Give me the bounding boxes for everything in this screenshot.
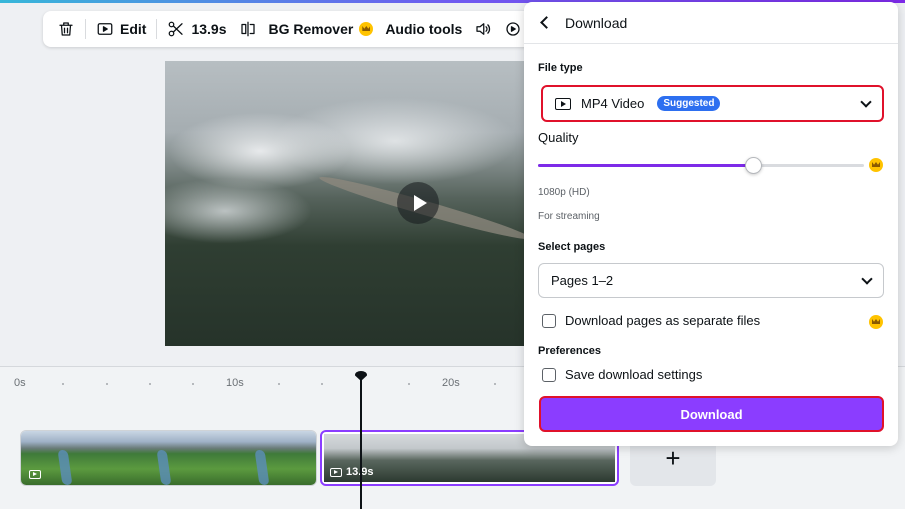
tick-dot — [278, 383, 280, 385]
tick-dot — [321, 383, 323, 385]
flip-button[interactable] — [233, 15, 263, 43]
tick-0s: 0s — [14, 377, 26, 389]
quality-label: Quality — [538, 130, 579, 145]
panel-title: Download — [565, 14, 628, 31]
flip-icon — [240, 21, 255, 37]
duration-label: 13.9s — [191, 21, 227, 37]
download-button[interactable]: Download — [539, 396, 884, 432]
tick-dot — [192, 383, 194, 385]
edit-label: Edit — [120, 21, 147, 37]
select-pages-label: Select pages — [538, 241, 606, 253]
video-icon — [97, 23, 113, 35]
quality-slider-handle[interactable] — [745, 157, 763, 174]
clip-thumbnail — [119, 431, 218, 485]
save-settings-option[interactable]: Save download settings — [542, 367, 702, 382]
clip-2-badge: 13.9s — [330, 466, 374, 478]
save-settings-label: Save download settings — [565, 367, 703, 382]
clip-thumbnail — [217, 431, 316, 485]
trim-button[interactable]: 13.9s — [161, 15, 232, 43]
crown-icon — [869, 315, 883, 329]
quality-hint: For streaming — [538, 211, 600, 222]
file-type-value: MP4 Video — [581, 96, 645, 111]
crown-icon — [869, 158, 883, 172]
playhead[interactable] — [360, 380, 362, 509]
editor-toolbar: Edit 13.9s BG Remover Audio tools — [43, 11, 543, 47]
video-file-icon — [555, 97, 571, 110]
clip-thumbnail — [421, 434, 518, 482]
tick-dot — [106, 383, 108, 385]
video-icon — [330, 467, 342, 477]
download-panel: Download File type MP4 Video Suggested Q… — [524, 2, 898, 446]
toolbar-divider — [156, 19, 158, 39]
delete-button[interactable] — [51, 15, 81, 43]
save-settings-checkbox[interactable] — [542, 367, 556, 382]
tick-dot — [494, 383, 496, 385]
toolbar-divider — [85, 19, 86, 39]
clip-1-badge — [29, 470, 41, 479]
preferences-label: Preferences — [538, 345, 601, 357]
video-canvas[interactable] — [165, 61, 525, 346]
quality-slider-fill — [538, 164, 754, 167]
animate-icon — [506, 22, 520, 36]
separate-files-checkbox[interactable] — [542, 313, 556, 328]
suggested-badge: Suggested — [657, 96, 721, 111]
back-arrow-icon[interactable] — [540, 16, 553, 29]
speaker-icon — [476, 23, 491, 35]
audio-tools-label: Audio tools — [385, 21, 463, 37]
panel-header: Download — [524, 2, 898, 44]
trash-icon — [59, 22, 73, 36]
pages-dropdown[interactable]: Pages 1–2 — [538, 263, 884, 298]
tick-dot — [62, 383, 64, 385]
file-type-dropdown[interactable]: MP4 Video Suggested — [541, 85, 884, 122]
pages-value: Pages 1–2 — [551, 273, 614, 288]
crown-icon — [359, 22, 374, 36]
quality-value: 1080p (HD) — [538, 187, 590, 198]
scissors-icon — [169, 21, 184, 37]
separate-files-label: Download pages as separate files — [565, 313, 761, 328]
timeline-clip-1[interactable] — [20, 430, 317, 486]
bg-remover-label: BG Remover — [268, 21, 354, 37]
file-type-label: File type — [538, 62, 583, 74]
tick-10s: 10s — [226, 377, 244, 389]
chevron-down-icon — [861, 272, 873, 285]
quality-slider[interactable] — [538, 157, 864, 174]
edit-button[interactable]: Edit — [90, 15, 152, 43]
bg-remover-button[interactable]: BG Remover — [263, 15, 380, 43]
tick-20s: 20s — [442, 377, 460, 389]
tick-dot — [149, 383, 151, 385]
separate-files-option[interactable]: Download pages as separate files — [542, 313, 760, 328]
play-button[interactable] — [397, 182, 439, 224]
chevron-down-icon — [860, 95, 872, 108]
audio-tools-button[interactable]: Audio tools — [379, 15, 468, 43]
tick-dot — [408, 383, 410, 385]
volume-button[interactable] — [468, 15, 498, 43]
video-icon — [29, 470, 41, 479]
